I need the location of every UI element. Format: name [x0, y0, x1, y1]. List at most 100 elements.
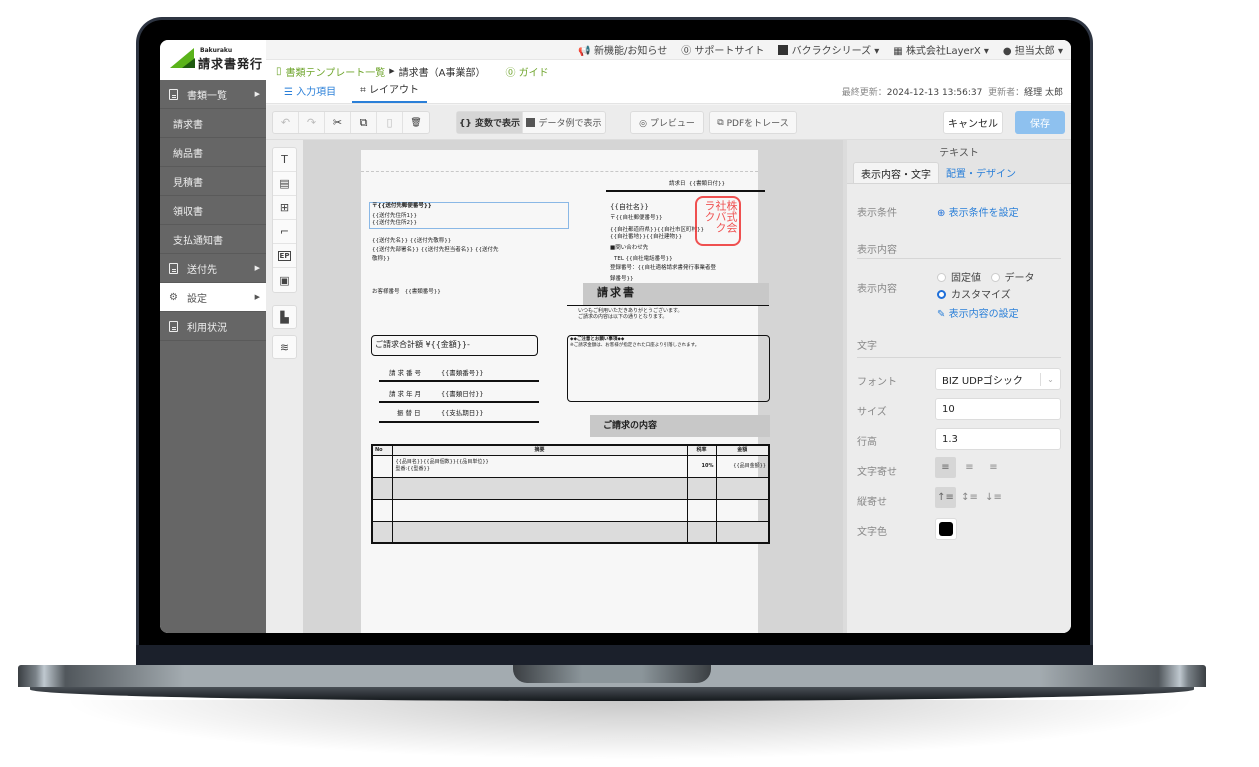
- company-postal[interactable]: 〒{{自社郵便番号}}: [610, 215, 663, 222]
- cell-amount: {{品目金額}}: [715, 454, 770, 478]
- greeting-line-2[interactable]: ご請求の内容は以下の通りとなります。: [578, 314, 667, 321]
- page-settings-tool[interactable]: ▙: [272, 305, 297, 329]
- field-invoice-month-value[interactable]: {{書類日付}}: [441, 390, 484, 399]
- edit-tools: ↶ ↷ ✂ ⧉ ▯ 🗑: [272, 111, 430, 134]
- top-bar: 📢 新機能/お知らせ ⓪ サポートサイト バクラクシリーズ ▾ ▦ 株式会社La…: [266, 40, 1071, 60]
- cut-button[interactable]: ✂: [325, 112, 351, 133]
- layers-tool[interactable]: ≋: [272, 335, 297, 359]
- invoice-page[interactable]: 請求日 {{書類日付}} 〒{{送付先郵便番号}} {{送付先住所1}} {{送…: [361, 150, 770, 633]
- breadcrumb-current: 請求書（A事業部）: [398, 67, 486, 79]
- list-table-tool[interactable]: ▤: [273, 172, 296, 196]
- company-seal-stamp[interactable]: 株式会社バクラク: [695, 196, 741, 246]
- table-row[interactable]: {{品目名}}{{品目個数}}{{品目単位}} 型番:{{型番}} 10% {{品…: [371, 454, 770, 478]
- properties-panel: テキスト 表示内容・文字 配置・デザイン 表示条件 ⊕ 表示条件を設定 表示内容…: [843, 140, 1071, 633]
- data-example-view-button[interactable]: データ例で表示: [523, 112, 605, 133]
- variable-view-button[interactable]: {} 変数で表示: [457, 112, 523, 133]
- align-center-button[interactable]: ≡: [959, 457, 980, 478]
- set-condition-link[interactable]: ⊕ 表示条件を設定: [937, 204, 1019, 219]
- text-tool[interactable]: T: [273, 148, 296, 172]
- save-button[interactable]: 保存: [1015, 111, 1065, 134]
- sidebar-item-settings[interactable]: ⚙ 設定 ▶: [160, 283, 266, 312]
- table-row[interactable]: [371, 476, 770, 500]
- cancel-button[interactable]: キャンセル: [943, 111, 1003, 134]
- breadcrumb-separator-icon: ▶: [389, 67, 395, 75]
- line-height-input[interactable]: 1.3: [935, 428, 1061, 450]
- tab-input-items[interactable]: ☰ 入力項目: [276, 83, 344, 103]
- company-address-2[interactable]: {{自社番地}}{{自社建物}}: [610, 234, 682, 241]
- delete-button[interactable]: 🗑: [403, 112, 429, 133]
- notes-body: ※ご請求金額は、お客様が指定された口座より引落しされます。: [570, 343, 700, 348]
- title-band[interactable]: 請求書: [583, 283, 769, 305]
- sidebar-item-label: 領収書: [173, 206, 203, 218]
- valign-middle-button[interactable]: ↕≡: [959, 487, 980, 508]
- layout-icon: ⌗: [360, 85, 366, 96]
- tab-placement-design[interactable]: 配置・デザイン: [939, 162, 1023, 183]
- ep-tool[interactable]: EP: [273, 244, 296, 268]
- company-tel[interactable]: TEL {{自社電話番号}}: [614, 256, 673, 263]
- recipient-honorific[interactable]: 敬称}}: [372, 256, 390, 263]
- support-link[interactable]: ⓪ サポートサイト: [681, 42, 764, 57]
- user-menu[interactable]: ● 担当太郎 ▾: [1003, 42, 1063, 57]
- paste-button[interactable]: ▯: [377, 112, 403, 133]
- line-items-table[interactable]: No 摘要 税率 金額 {{品目名}}{{品目個数}}{{品目単位}} 型番:{{…: [371, 444, 770, 544]
- align-right-button[interactable]: ≡: [983, 457, 1004, 478]
- redo-button[interactable]: ↷: [299, 112, 325, 133]
- valign-bottom-button[interactable]: ↓≡: [983, 487, 1004, 508]
- table-row[interactable]: [371, 520, 770, 544]
- copy-button[interactable]: ⧉: [351, 112, 377, 133]
- total-amount-box[interactable]: ご請求合計額 ¥{{金額}}-: [371, 335, 538, 356]
- radio-customize[interactable]: カスタマイズ: [937, 286, 1011, 301]
- logo[interactable]: Bakuraku 請求書発行: [160, 40, 266, 80]
- tab-content-text[interactable]: 表示内容・文字: [853, 162, 939, 183]
- gear-icon: ⚙: [169, 291, 178, 303]
- invoice-date[interactable]: 請求日 {{書類日付}}: [669, 181, 725, 188]
- radio-fixed[interactable]: 固定値: [937, 273, 981, 284]
- sidebar-item-recipients[interactable]: 送付先 ▶: [160, 254, 266, 283]
- content-settings-link[interactable]: ✎ 表示内容の設定: [937, 305, 1019, 320]
- margin-guide: [361, 171, 758, 172]
- sidebar-item-usage[interactable]: 利用状況: [160, 312, 266, 341]
- image-tool[interactable]: ▣: [273, 268, 296, 292]
- app-screen: Bakuraku 請求書発行 書類一覧 ▶ 請求書 納品書 見積書 領収書 支払…: [160, 40, 1071, 633]
- radio-data[interactable]: データ: [990, 273, 1035, 284]
- table-row[interactable]: [371, 498, 770, 522]
- contact-heading[interactable]: ■問い合わせ先: [610, 245, 648, 252]
- sidebar-item-estimate[interactable]: 見積書: [160, 167, 266, 196]
- table-tool[interactable]: ⊞: [273, 196, 296, 220]
- company-name[interactable]: {{自社名}}: [610, 203, 649, 212]
- undo-button[interactable]: ↶: [273, 112, 299, 133]
- undo-icon: ↶: [280, 116, 291, 129]
- news-link[interactable]: 📢 新機能/お知らせ: [578, 42, 667, 57]
- design-canvas[interactable]: 請求日 {{書類日付}} 〒{{送付先郵便番号}} {{送付先住所1}} {{送…: [303, 140, 843, 633]
- notes-box[interactable]: ◆◆ご注意とお願い事項◆◆ ※ご請求金額は、お客様が指定された口座より引落しされ…: [567, 335, 770, 402]
- guide-link[interactable]: ⓪ ガイド: [505, 64, 548, 79]
- field-invoice-number-value[interactable]: {{書類番号}}: [441, 369, 484, 378]
- field-transfer-date-value[interactable]: {{支払期日}}: [441, 409, 484, 418]
- sidebar-item-payment-notice[interactable]: 支払通知書: [160, 225, 266, 254]
- customer-number[interactable]: お客様番号 {{書類番号}}: [372, 289, 441, 296]
- text-color-swatch[interactable]: [935, 518, 957, 540]
- content-section-heading: 表示内容: [857, 245, 897, 256]
- sidebar-item-receipt[interactable]: 領収書: [160, 196, 266, 225]
- valign-top-button[interactable]: ↑≡: [935, 487, 956, 508]
- detail-title-band[interactable]: ご請求の内容: [590, 415, 770, 437]
- series-menu[interactable]: バクラクシリーズ ▾: [778, 42, 879, 57]
- font-select[interactable]: BIZ UDPゴシック ⌄: [935, 368, 1061, 390]
- sidebar-item-invoice[interactable]: 請求書: [160, 109, 266, 138]
- sidebar-item-documents[interactable]: 書類一覧 ▶: [160, 80, 266, 109]
- recipient-department[interactable]: {{送付先部署名}} {{送付先担当者名}} {{送付先: [372, 247, 499, 254]
- sidebar-item-delivery[interactable]: 納品書: [160, 138, 266, 167]
- content-label: 表示内容: [857, 284, 897, 295]
- line-tool[interactable]: ⌐: [273, 220, 296, 244]
- align-left-button[interactable]: ≡: [935, 457, 956, 478]
- preview-button[interactable]: ◎ プレビュー: [631, 112, 703, 133]
- breadcrumb-root-link[interactable]: 書類テンプレート一覧: [286, 64, 386, 79]
- company-menu[interactable]: ▦ 株式会社LayerX ▾: [893, 42, 989, 57]
- size-input[interactable]: 10: [935, 398, 1061, 420]
- logo-brand: Bakuraku: [200, 47, 233, 54]
- trace-pdf-button[interactable]: ⧉ PDFをトレース: [710, 112, 796, 133]
- tab-layout[interactable]: ⌗ レイアウト: [352, 81, 427, 103]
- registration-number[interactable]: 登録番号：{{自社適格請求書発行事業者登: [610, 265, 716, 272]
- recipient-name[interactable]: {{送付先名}} {{送付先敬称}}: [372, 238, 451, 245]
- valign-top-icon: ↑≡: [937, 492, 954, 503]
